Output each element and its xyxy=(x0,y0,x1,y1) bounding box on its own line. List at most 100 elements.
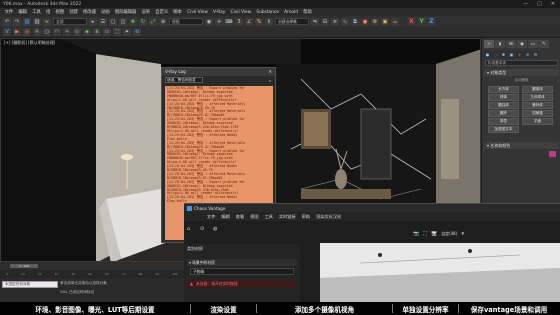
name-color-rollout[interactable]: ▾ 名称和颜色 xyxy=(484,142,559,149)
snap-icon[interactable]: 3 xyxy=(235,17,243,26)
rect-select-icon[interactable]: ▢ xyxy=(109,17,117,26)
vantage-menu-item[interactable]: 视图 xyxy=(247,214,261,220)
resolution-chevron-icon[interactable]: ▾ xyxy=(461,231,464,237)
selection-filter-dropdown[interactable]: 全部 xyxy=(53,18,87,25)
curve-editor-icon[interactable]: ∿ xyxy=(341,17,349,26)
time-slider[interactable]: 0 / 100 xyxy=(0,262,184,270)
unlink-icon[interactable]: ⛓ xyxy=(33,17,41,26)
object-type-button[interactable]: 球体 xyxy=(488,94,519,101)
fullscreen-icon[interactable]: ⛶ xyxy=(423,231,427,237)
vray-plane-icon[interactable]: ▭ xyxy=(103,28,111,36)
axis-z-button[interactable]: Z xyxy=(427,17,436,26)
object-type-button[interactable]: 圆柱体 xyxy=(488,102,519,109)
vray-render-icon[interactable]: ▶ xyxy=(13,28,21,36)
vantage-menu-item[interactable]: 帮助 xyxy=(299,214,313,220)
vantage-menu-item[interactable]: 文件 xyxy=(204,214,218,220)
menu-item[interactable]: Civil View xyxy=(185,10,211,15)
hierarchy-tab-icon[interactable]: ⊞ xyxy=(506,40,516,48)
menu-item[interactable]: 创建 xyxy=(67,9,81,15)
close-button[interactable]: ✕ xyxy=(551,1,555,7)
spinner-snap-icon[interactable]: ⇕ xyxy=(265,17,273,26)
vray-proxy-icon[interactable]: ◈ xyxy=(83,28,91,36)
vantage-home-icon[interactable]: ⌂ xyxy=(187,226,195,234)
window-crossing-icon[interactable]: ◫ xyxy=(119,17,127,26)
rotate-icon[interactable]: ↻ xyxy=(139,17,147,26)
object-type-button[interactable]: 圆环 xyxy=(488,110,519,117)
time-slider-thumb[interactable]: 0 / 100 xyxy=(10,264,38,268)
vray-frame-buffer-icon[interactable]: V xyxy=(3,28,11,36)
menu-item[interactable]: 脚本 xyxy=(171,9,185,15)
modify-tab-icon[interactable]: ◗ xyxy=(495,40,505,48)
timeline-ruler[interactable]: 0 10 20 30 40 50 60 70 80 90 100 xyxy=(0,270,184,278)
object-type-button[interactable]: 四棱锥 xyxy=(522,110,553,117)
material-dropdown[interactable]: 子物体 xyxy=(190,268,294,275)
reference-coord-dropdown[interactable]: 视图 xyxy=(169,18,203,25)
menu-item[interactable]: 修改器 xyxy=(80,9,98,15)
display-tab-icon[interactable]: ▭ xyxy=(528,40,538,48)
object-type-button[interactable]: 圆锥体 xyxy=(522,86,553,93)
vantage-menu-item[interactable]: 编辑 xyxy=(218,214,232,220)
menu-item[interactable]: 渲染 xyxy=(139,9,153,15)
undo-icon[interactable]: ↶ xyxy=(3,17,11,26)
menu-item[interactable]: 文件 xyxy=(2,9,16,15)
create-tab-icon[interactable]: + xyxy=(484,40,494,48)
layer-icon[interactable]: ≡ xyxy=(331,17,339,26)
maximize-button[interactable]: □ xyxy=(537,1,542,7)
vantage-link-icon[interactable]: ⟲ xyxy=(133,28,141,36)
render-setup-icon[interactable]: ⚙ xyxy=(371,17,379,26)
menu-item[interactable]: 编辑 xyxy=(16,9,30,15)
bind-spacewarp-icon[interactable]: ≈ xyxy=(43,17,51,26)
menu-item[interactable]: 帮助 xyxy=(301,9,315,15)
vantage-camera-icon[interactable]: ⊙ xyxy=(200,226,208,234)
menu-item[interactable]: Arnold xyxy=(281,10,300,15)
screenshot-icon[interactable]: 📷 xyxy=(413,231,419,237)
material-editor-icon[interactable]: ● xyxy=(361,17,369,26)
angle-snap-icon[interactable]: ∠ xyxy=(245,17,253,26)
keyboard-shortcut-icon[interactable]: ⌨ xyxy=(225,17,233,26)
vray-cosmos-icon[interactable]: ✦ xyxy=(123,28,131,36)
object-type-rollout[interactable]: ▾ 对象类型 xyxy=(484,69,559,76)
systems-icon[interactable]: ⚙ xyxy=(532,51,539,58)
vantage-menu-item[interactable]: 工具 xyxy=(262,214,276,220)
vray-log-close-icon[interactable]: ✕ xyxy=(268,68,275,76)
axis-x-button[interactable]: X xyxy=(407,17,416,26)
axis-y-button[interactable]: Y xyxy=(417,17,426,26)
vantage-menu-item[interactable]: 实时链接 xyxy=(276,214,299,220)
object-type-button[interactable]: 管状体 xyxy=(522,102,553,109)
object-type-button[interactable]: 长方体 xyxy=(488,86,519,93)
select-manipulate-icon[interactable]: ✛ xyxy=(215,17,223,26)
vantage-menu-item[interactable]: 查看 xyxy=(233,214,247,220)
minimize-button[interactable]: — xyxy=(523,1,528,7)
vray-fur-icon[interactable]: ⋔ xyxy=(93,28,101,36)
percent-snap-icon[interactable]: % xyxy=(255,17,263,26)
menu-item[interactable]: 组 xyxy=(43,9,52,15)
log-search-icon[interactable]: ⌕ xyxy=(269,78,275,83)
menu-item[interactable]: V-Ray xyxy=(210,10,228,15)
select-by-name-icon[interactable]: ☰ xyxy=(99,17,107,26)
motion-tab-icon[interactable]: ◉ xyxy=(517,40,527,48)
shapes-icon[interactable]: ◌ xyxy=(492,51,499,58)
selection-set-field[interactable]: 创建选择集 xyxy=(275,18,309,25)
spacewarps-icon[interactable]: ≋ xyxy=(524,51,531,58)
vantage-menu-item[interactable]: 渲染优化汉化 xyxy=(313,214,344,220)
menu-item[interactable]: Substance xyxy=(254,10,282,15)
object-type-button[interactable]: 加强型文本 xyxy=(488,126,519,133)
display-icon[interactable]: 🖥 xyxy=(431,231,437,237)
render-frame-icon[interactable]: ▣ xyxy=(381,17,389,26)
vray-light-icon[interactable]: ☼ xyxy=(33,28,41,36)
vantage-material-icon[interactable]: ◍ xyxy=(213,226,221,234)
pivot-icon[interactable]: ◉ xyxy=(205,17,213,26)
vray-scene-icon[interactable]: ⛶ xyxy=(113,28,121,36)
autogrid-checkbox[interactable]: 自动栅格 xyxy=(485,78,558,83)
redo-icon[interactable]: ↷ xyxy=(13,17,21,26)
lights-icon[interactable]: ✺ xyxy=(500,51,507,58)
menu-item[interactable]: 图形编辑器 xyxy=(112,9,139,15)
vray-ambient-icon[interactable]: ◇ xyxy=(73,28,81,36)
align-icon[interactable]: ⊟ xyxy=(321,17,329,26)
log-filter-dropdown[interactable]: 错误、警告和信息 xyxy=(165,77,203,83)
object-type-button[interactable]: 茶壶 xyxy=(488,118,519,125)
helpers-icon[interactable]: ⊹ xyxy=(516,51,523,58)
object-type-button[interactable]: 平面 xyxy=(522,118,553,125)
move-icon[interactable]: ✥ xyxy=(129,17,137,26)
menu-item[interactable]: 自定义 xyxy=(153,9,171,15)
